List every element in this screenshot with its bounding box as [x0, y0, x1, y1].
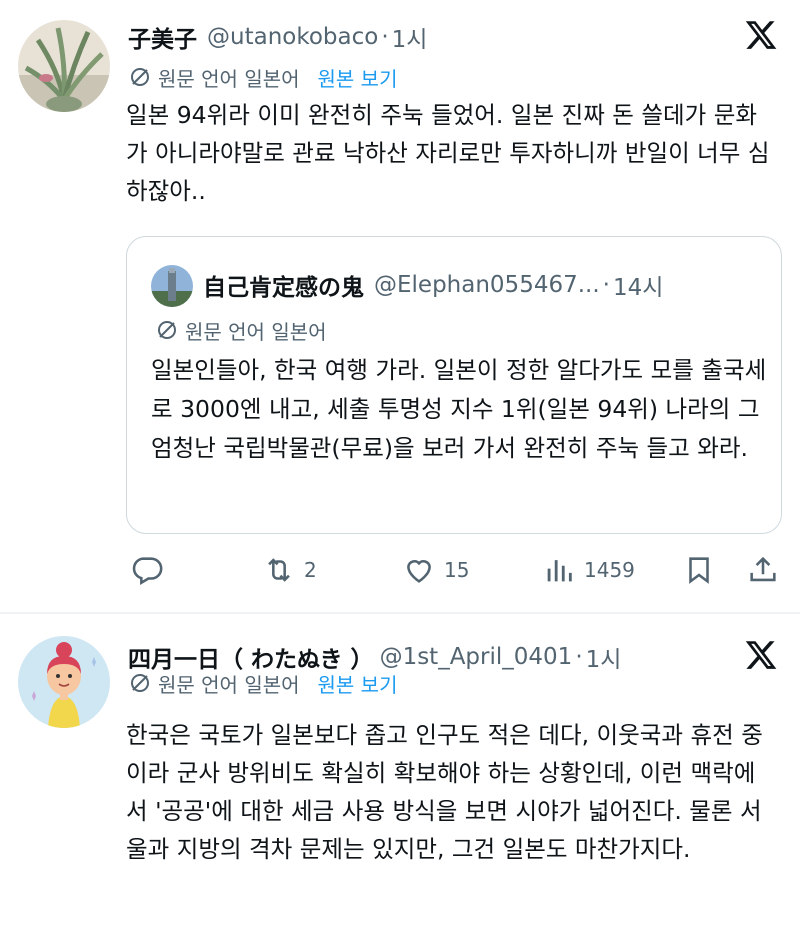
translate-icon: [131, 68, 149, 86]
avatar-image: [18, 636, 110, 728]
quoted-avatar[interactable]: [151, 265, 193, 307]
translate-icon: [131, 674, 149, 692]
separator-dot: ·: [602, 272, 610, 298]
share-icon: [750, 556, 776, 582]
tweet-header: 子美子 @utanokobaco · 1시: [128, 20, 427, 54]
quoted-tweet[interactable]: 自己肯定感の鬼 @Elephan055467... · 14시 원문 언어 일본…: [126, 236, 782, 534]
handle[interactable]: @utanokobaco: [207, 24, 378, 50]
retweet-icon: [268, 558, 290, 582]
reply-button[interactable]: [130, 550, 164, 590]
separator-dot: ·: [381, 24, 389, 50]
separator-dot: ·: [575, 644, 583, 670]
display-name[interactable]: 子美子: [128, 20, 197, 54]
views-count: 1459: [584, 558, 635, 582]
bookmark-icon: [689, 557, 709, 584]
quoted-handle[interactable]: @Elephan055467...: [374, 272, 600, 298]
views-button[interactable]: 1459: [542, 550, 635, 590]
tweet-text: 한국은 국토가 일본보다 좁고 인구도 적은 데다, 이웃국과 휴전 중이라 군…: [126, 721, 763, 863]
bookmark-button[interactable]: [682, 550, 716, 590]
quoted-avatar-image: [151, 265, 193, 307]
avatar-image: [18, 20, 110, 112]
translation-note: 원문 언어 일본어 원본 보기: [128, 668, 397, 698]
translation-note: 원문 언어 일본어 원본 보기: [128, 62, 397, 92]
action-bar: 2 15 1459: [126, 550, 786, 590]
view-original-link[interactable]: 원본 보기: [318, 63, 398, 92]
heart-icon: [407, 560, 431, 583]
retweet-count: 2: [304, 558, 317, 582]
tweet-text: 일본 94위라 이미 완전히 주눅 들었어. 일본 진짜 돈 쓸데가 문화가 아…: [126, 101, 770, 205]
views-chart-icon: [547, 560, 572, 582]
quoted-translation-note: 원문 언어 일본어: [155, 315, 327, 345]
handle[interactable]: @1st_April_0401: [380, 644, 573, 670]
translation-label: 원문 언어 일본어: [158, 66, 300, 91]
quoted-timestamp[interactable]: 14시: [613, 268, 663, 302]
x-logo-icon[interactable]: [744, 638, 778, 672]
avatar[interactable]: [18, 20, 110, 112]
x-logo-icon[interactable]: [744, 18, 778, 52]
timestamp[interactable]: 1시: [392, 20, 428, 54]
reply-icon: [132, 557, 163, 586]
timestamp[interactable]: 1시: [586, 640, 622, 674]
translation-label: 원문 언어 일본어: [158, 672, 300, 697]
like-button[interactable]: 15: [402, 550, 469, 590]
retweet-button[interactable]: 2: [262, 550, 317, 590]
quoted-text: 일본인들아, 한국 여행 가라. 일본이 정한 알다가도 모를 출국세로 300…: [151, 356, 767, 462]
translate-icon: [158, 321, 176, 339]
like-count: 15: [444, 558, 470, 582]
quoted-header: 自己肯定感の鬼 @Elephan055467... · 14시: [203, 267, 663, 303]
view-original-link[interactable]: 원본 보기: [318, 669, 398, 698]
quoted-display-name[interactable]: 自己肯定感の鬼: [203, 268, 364, 302]
share-button[interactable]: [746, 550, 780, 590]
quoted-translation-label: 원문 언어 일본어: [185, 319, 327, 344]
avatar[interactable]: [18, 636, 110, 728]
tweet[interactable]: 子美子 @utanokobaco · 1시 원문 언어 일본어 원본 보기 일본…: [0, 0, 800, 612]
